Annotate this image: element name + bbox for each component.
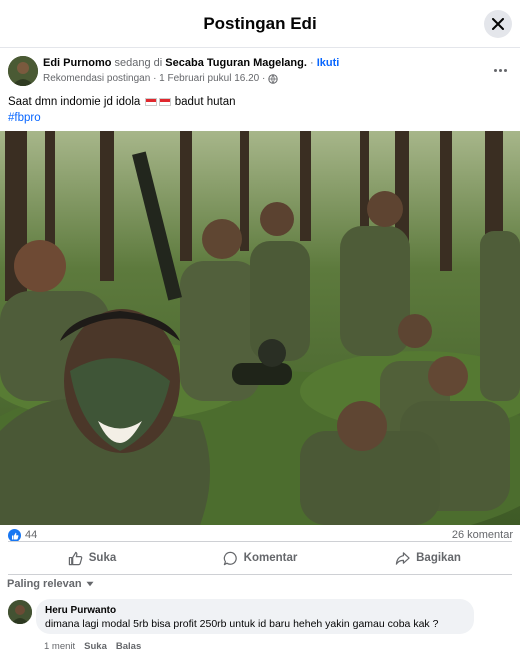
comment-bubble: Heru Purwanto dimana lagi modal 5rb bisa… [36,599,474,634]
more-dot-icon [493,68,497,72]
caret-down-icon [86,581,94,587]
commenter-avatar[interactable] [8,600,32,624]
comment-button[interactable]: Komentar [176,542,344,574]
author-avatar[interactable] [8,56,38,86]
like-button[interactable]: Suka [8,542,176,574]
comment-text: dimana lagi modal 5rb bisa profit 250rb … [45,618,439,630]
comment-bubble-icon [223,551,237,565]
indonesia-flag-icon [158,97,171,106]
comment-like-button[interactable]: Suka [84,641,107,652]
post-meta: Rekomendasi postingan · 1 Februari pukul… [43,73,279,84]
post-dialog-header: Postingan Edi [0,0,520,48]
more-options-button[interactable] [488,62,512,78]
post-meta-text[interactable]: Rekomendasi postingan · 1 Februari pukul… [43,73,265,84]
thumbs-up-icon [11,532,18,539]
post-caption: Saat dmn indomie jd idola badut hutan #f… [8,94,236,126]
follow-link[interactable]: Ikuti [317,57,340,69]
post-header: Edi Purnomo sedang di Secaba Tuguran Mag… [8,56,512,88]
share-label: Bagikan [416,552,461,564]
caption-text: Saat dmn indomie jd idola [8,96,141,108]
separator: · [309,57,314,69]
like-label: Suka [88,552,117,564]
globe-icon [268,73,279,84]
caption-text-end: badut hutan [174,96,236,108]
location-link[interactable]: Secaba Tuguran Magelang. [165,57,307,69]
author-line: Edi Purnomo sedang di Secaba Tuguran Mag… [43,57,339,69]
sort-label: Paling relevan [7,578,82,590]
close-icon [492,18,504,30]
post-photo[interactable] [0,131,520,525]
comment-count[interactable]: 26 komentar [452,529,513,541]
comment-sort-dropdown[interactable]: Paling relevan [7,578,94,590]
comment-time[interactable]: 1 menit [44,641,75,652]
indonesia-flag-icon [144,97,157,106]
commenter-name[interactable]: Heru Purwanto [45,605,465,616]
comment-actions: 1 menit Suka Balas [44,641,141,652]
status-prefix: sedang di [114,57,163,69]
share-button[interactable]: Bagikan [344,542,512,574]
share-arrow-icon [395,551,410,565]
post-actions-bar: Suka Komentar Bagikan [8,541,512,575]
close-button[interactable] [484,10,512,38]
like-count[interactable]: 44 [25,529,37,541]
dialog-title: Postingan Edi [203,14,317,33]
comment-label: Komentar [243,552,298,564]
thumbs-up-icon [68,551,83,565]
author-name[interactable]: Edi Purnomo [43,57,111,69]
post-photo-image [0,131,520,525]
comment-reply-button[interactable]: Balas [116,641,141,652]
hashtag-link[interactable]: #fbpro [8,110,236,126]
